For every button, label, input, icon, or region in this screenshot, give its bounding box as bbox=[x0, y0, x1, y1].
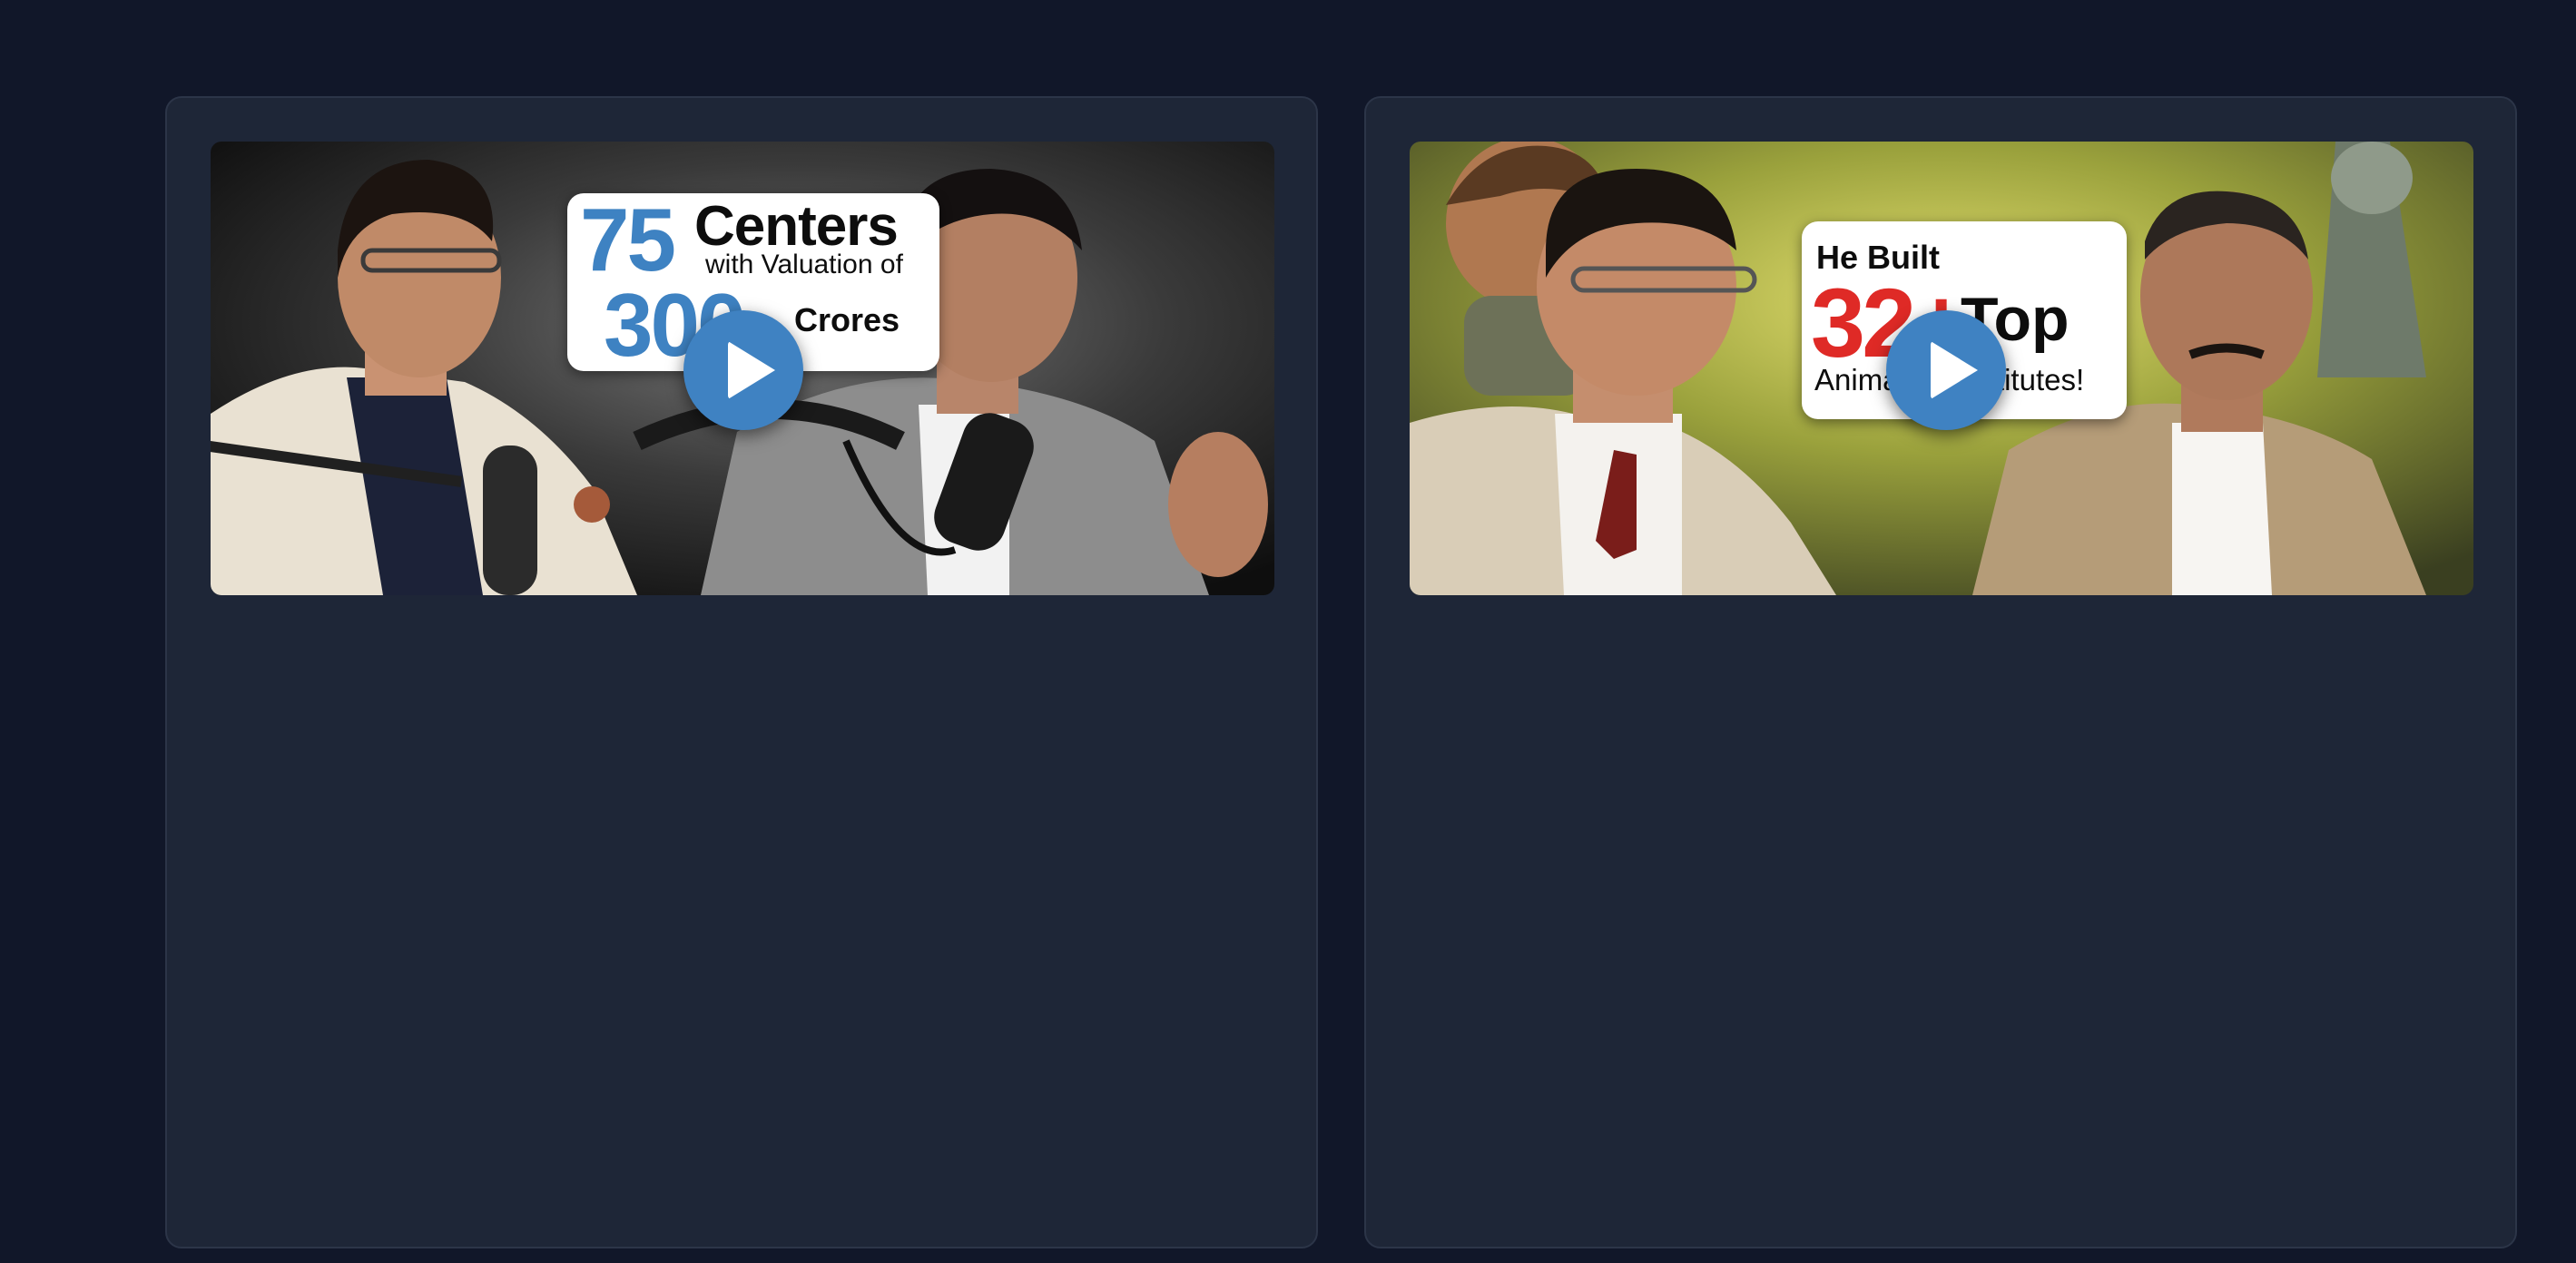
video-card: He Built 32+ Top Animation Institutes! bbox=[1364, 96, 2517, 1248]
play-icon[interactable] bbox=[1886, 310, 2006, 430]
video-thumbnail[interactable]: 75 Centers with Valuation of 300 Crores bbox=[211, 142, 1274, 595]
thumbnail-word-bottom: Crores bbox=[794, 301, 900, 338]
thumbnail-number-top: 75 bbox=[580, 190, 676, 289]
video-thumbnail[interactable]: He Built 32+ Top Animation Institutes! bbox=[1410, 142, 2473, 595]
play-icon[interactable] bbox=[683, 310, 803, 430]
video-card: 75 Centers with Valuation of 300 Crores bbox=[165, 96, 1318, 1248]
thumbnail-word-top: Centers bbox=[694, 195, 899, 258]
